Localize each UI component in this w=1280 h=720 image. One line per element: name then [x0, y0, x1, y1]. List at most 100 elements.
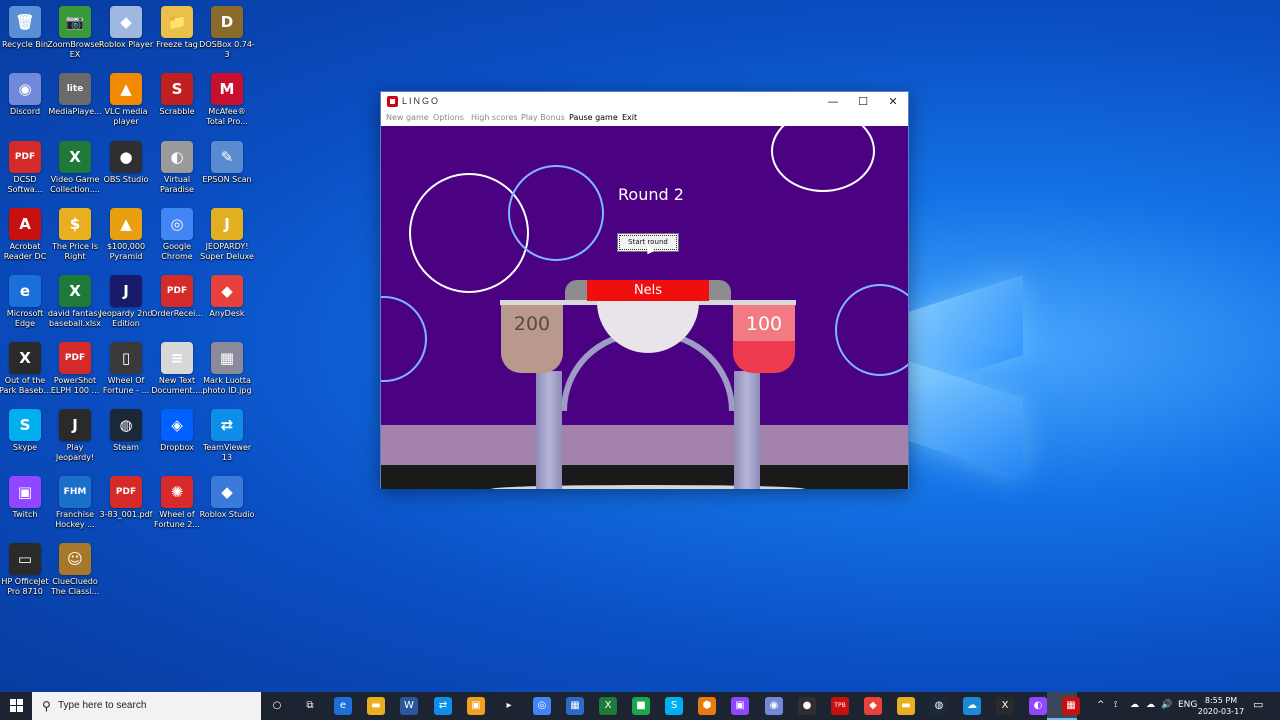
taskbar-anydesk-icon[interactable]: ◆ — [864, 697, 882, 715]
network-icon[interactable]: ⟟ — [1114, 700, 1117, 710]
taskbar-cloud-app-icon[interactable]: ☁ — [963, 697, 981, 715]
taskbar-media-icon[interactable]: ■ — [632, 697, 650, 715]
menu-options[interactable]: Options — [433, 113, 464, 122]
taskbar-chrome-icon[interactable]: ◎ — [533, 697, 551, 715]
desktop-icon-glyph-icon: e — [9, 275, 41, 307]
window-title: LINGO — [402, 96, 441, 106]
desktop-icon[interactable]: X Video Game Collection.... — [47, 139, 103, 205]
minimize-button[interactable]: — — [818, 92, 848, 112]
cloud-icon[interactable]: ☁ — [1146, 700, 1155, 710]
taskbar-shield-app-icon[interactable]: ⬢ — [698, 697, 716, 715]
desktop-icon-glyph-icon: 📷 — [59, 6, 91, 38]
taskbar-search[interactable]: ⚲ Type here to search — [32, 692, 261, 720]
desktop-icon[interactable]: PDF 3-83_001.pdf — [98, 474, 154, 540]
desktop-icon[interactable]: ✎ EPSON Scan — [199, 139, 255, 205]
menu-exit[interactable]: Exit — [622, 113, 637, 122]
taskbar-tpb-icon[interactable]: TPB — [831, 697, 849, 715]
desktop-icon[interactable]: PDF DCSD Softwa... — [0, 139, 53, 205]
desktop-icon-glyph-icon: D — [211, 6, 243, 38]
desktop-icon[interactable]: A Acrobat Reader DC — [0, 206, 53, 272]
clock-date: 2020-03-17 — [1197, 707, 1245, 716]
decor-ring — [771, 126, 875, 192]
desktop-icon[interactable]: ▯ Wheel Of Fortune - ... — [98, 340, 154, 406]
desktop-icon[interactable]: ▲ VLC media player — [98, 71, 154, 137]
taskbar-store-icon[interactable]: ▦ — [566, 697, 584, 715]
desktop-icon[interactable]: 📷 ZoomBrowser EX — [47, 4, 103, 70]
onedrive-icon[interactable]: ☁ — [1130, 700, 1139, 710]
clock-time: 8:55 PM — [1204, 696, 1238, 705]
desktop-icon[interactable]: ▭ HP OfficeJet Pro 8710 — [0, 541, 53, 607]
taskbar-twitch-2-icon[interactable]: ◐ — [1029, 697, 1047, 715]
close-button[interactable]: ✕ — [878, 92, 908, 112]
title-bar[interactable]: LINGO — ☐ ✕ — [381, 92, 908, 112]
desktop-icon[interactable]: lite MediaPlaye... — [47, 71, 103, 137]
desktop-icon[interactable]: ⇄ TeamViewer 13 — [199, 407, 255, 473]
taskbar-obs-icon[interactable]: ● — [798, 697, 816, 715]
volume-icon[interactable]: 🔊 — [1161, 700, 1172, 710]
taskbar-twitch-icon[interactable]: ▣ — [731, 697, 749, 715]
taskbar-teamviewer-icon[interactable]: ⇄ — [434, 697, 452, 715]
start-button[interactable] — [0, 692, 32, 720]
taskbar-skype-icon[interactable]: S — [665, 697, 683, 715]
taskbar-word-icon[interactable]: W — [400, 697, 418, 715]
taskbar-discord-icon[interactable]: ◉ — [765, 697, 783, 715]
desktop-icon-label: Recycle Bin — [1, 40, 49, 49]
desktop-icon[interactable]: ◈ Dropbox — [149, 407, 205, 473]
taskbar-excel-icon[interactable]: X — [599, 697, 617, 715]
desktop-icon-label: AnyDesk — [209, 309, 245, 318]
desktop-icon[interactable]: M McAfee® Total Pro... — [199, 71, 255, 137]
menu-new-game[interactable]: New game — [386, 113, 429, 122]
desktop-icon[interactable]: e Microsoft Edge — [0, 273, 53, 339]
desktop-icon[interactable]: D DOSBox 0.74-3 — [199, 4, 255, 70]
taskbar-timeline-icon[interactable]: ⧉ — [301, 697, 319, 715]
desktop-icon[interactable]: S Scrabble — [149, 71, 205, 137]
desktop-icon[interactable]: FHM Franchise Hockey ... — [47, 474, 103, 540]
desktop-icon[interactable]: ◐ Virtual Paradise — [149, 139, 205, 205]
taskbar-folder-icon[interactable]: ▬ — [897, 697, 915, 715]
desktop-icon[interactable]: ✺ Wheel of Fortune 2... — [149, 474, 205, 540]
desktop-icon[interactable]: ◆ Roblox Player — [98, 4, 154, 70]
taskbar-lingo-icon[interactable]: ▦ — [1062, 697, 1080, 715]
taskbar-arrow-app-icon[interactable]: ▸ — [500, 697, 518, 715]
desktop-icon[interactable]: 📁 Freeze tag — [149, 4, 205, 70]
desktop-icon[interactable]: ▣ Twitch — [0, 474, 53, 540]
desktop-icon[interactable]: S Skype — [0, 407, 53, 473]
desktop-icon[interactable]: PDF PowerShot ELPH 100 ... — [47, 340, 103, 406]
desktop-icon[interactable]: ☺ ClueCluedo The Classi... — [47, 541, 103, 607]
desktop-icon[interactable]: X Out of the Park Baseb... — [0, 340, 53, 406]
desktop-icon[interactable]: ≡ New Text Document.... — [149, 340, 205, 406]
desktop-icon[interactable]: ▦ Mark Luotta photo ID.jpg — [199, 340, 255, 406]
taskbar-file-explorer-icon[interactable]: ▬ — [367, 697, 385, 715]
desktop-icon[interactable]: $ The Price Is Right — [47, 206, 103, 272]
desktop-icon-glyph-icon: ◈ — [161, 409, 193, 441]
desktop-icon[interactable]: 🗑 Recycle Bin — [0, 4, 53, 70]
notification-icon[interactable]: ▭ — [1253, 698, 1263, 711]
taskbar-steam-icon[interactable]: ◍ — [930, 697, 948, 715]
desktop-icon[interactable]: PDF OrderRecei... — [149, 273, 205, 339]
desktop-icon[interactable]: ▲ $100,000 Pyramid — [98, 206, 154, 272]
desktop-icon[interactable]: ◍ Steam — [98, 407, 154, 473]
desktop-icon[interactable]: Xdavid fantasy baseball.xlsx — [47, 273, 103, 339]
desktop-icon[interactable]: ◆ AnyDesk — [199, 273, 255, 339]
desktop-icon[interactable]: J JEOPARDY! Super Deluxe — [199, 206, 255, 272]
taskbar-outlook-icon[interactable]: ▣ — [467, 697, 485, 715]
menu-play-bonus[interactable]: Play Bonus — [521, 113, 565, 122]
desktop-icon-glyph-icon: lite — [59, 73, 91, 105]
taskbar-x-app-icon[interactable]: X — [996, 697, 1014, 715]
taskbar-edge-icon[interactable]: e — [334, 697, 352, 715]
decor-ring — [409, 173, 529, 293]
desktop-icon[interactable]: ◉ Discord — [0, 71, 53, 137]
menu-high-scores[interactable]: High scores — [471, 113, 518, 122]
taskbar-task-view-icon[interactable]: ○ — [268, 697, 286, 715]
desktop-icon[interactable]: ◎ Google Chrome — [149, 206, 205, 272]
menu-pause-game[interactable]: Pause game — [569, 113, 618, 122]
desktop-icon[interactable]: J Jeopardy 2nd Edition — [98, 273, 154, 339]
language-indicator[interactable]: ENG — [1178, 700, 1197, 710]
score-left: 200 — [501, 305, 563, 373]
desktop-icon[interactable]: ● OBS Studio — [98, 139, 154, 205]
tray-chevron-icon[interactable]: ^ — [1097, 700, 1105, 710]
desktop-icon[interactable]: ◆ Roblox Studio — [199, 474, 255, 540]
clock[interactable]: 8:55 PM 2020-03-17 — [1197, 695, 1245, 717]
desktop-icon[interactable]: J Play Jeopardy! — [47, 407, 103, 473]
maximize-button[interactable]: ☐ — [848, 92, 878, 112]
